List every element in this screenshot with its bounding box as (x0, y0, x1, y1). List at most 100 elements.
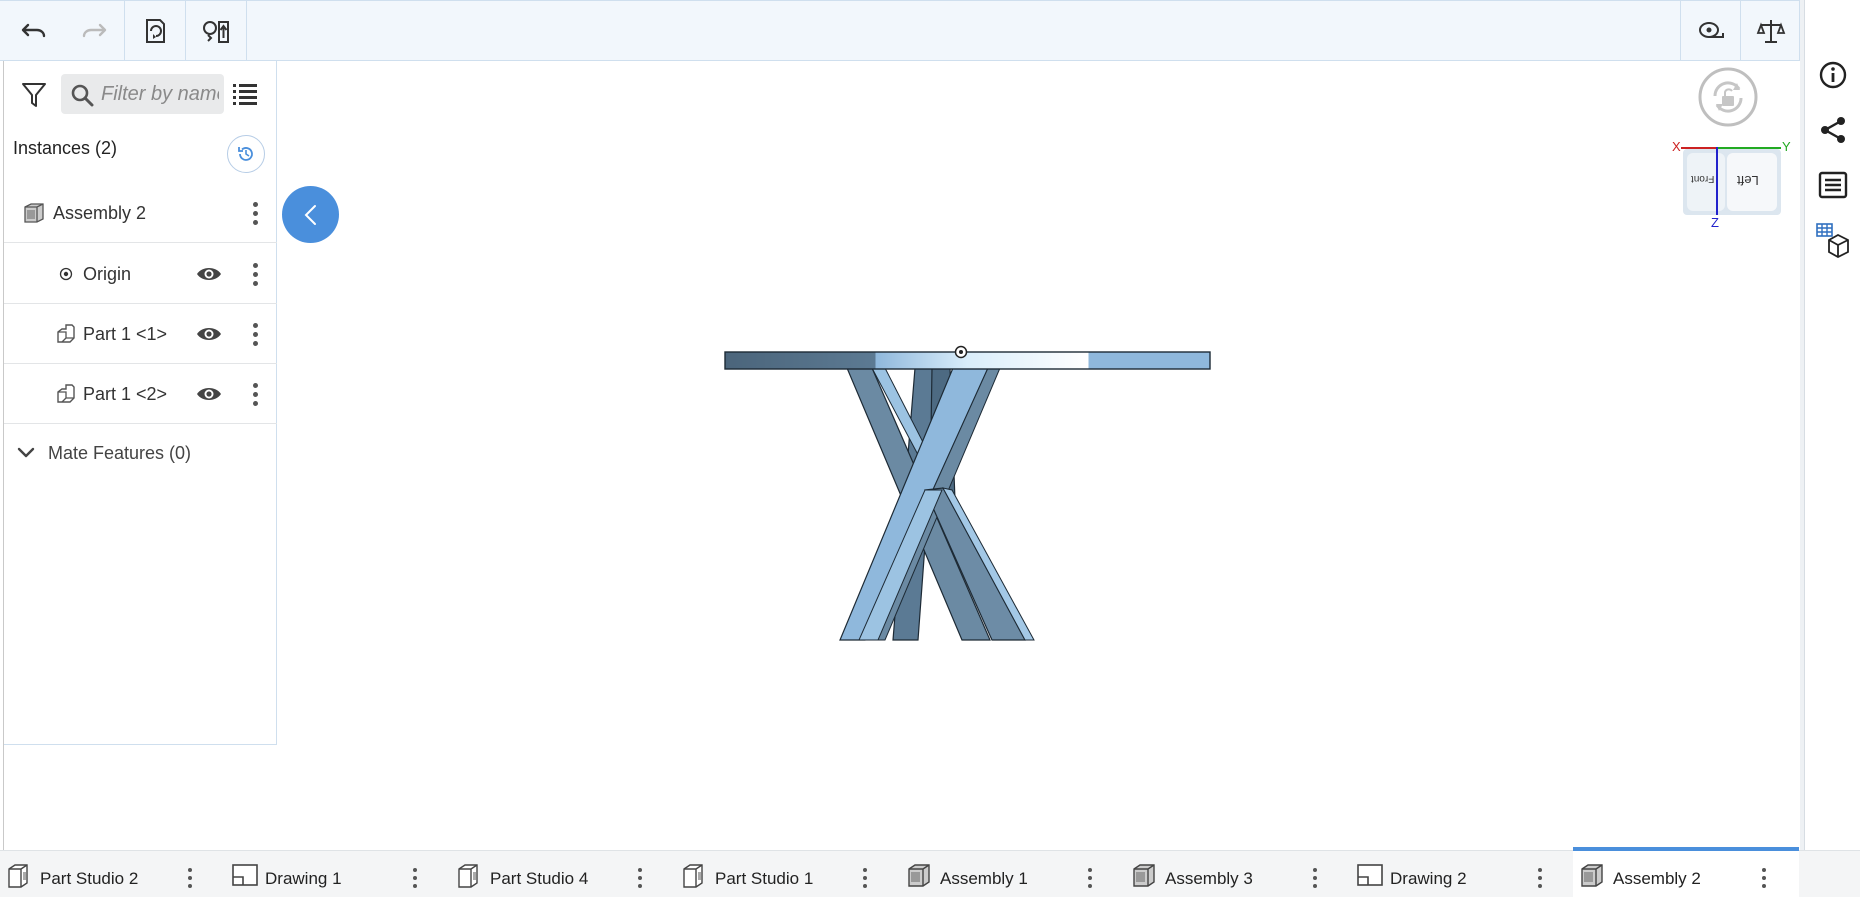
filter-button[interactable] (20, 79, 48, 109)
replace-part-button[interactable] (186, 1, 246, 61)
undo-button[interactable] (4, 1, 64, 61)
list-icon (233, 84, 257, 105)
tab-label: Part Studio 2 (40, 869, 139, 888)
axis-x-label: X (1672, 139, 1681, 154)
tab-menu-button[interactable] (1535, 863, 1545, 893)
assembly-icon (24, 203, 44, 223)
axis-y-label: Y (1782, 139, 1791, 154)
part-studio-icon (683, 864, 703, 888)
tab-menu-button[interactable] (860, 863, 870, 893)
visibility-eye-icon[interactable] (196, 262, 222, 286)
right-rail (1804, 0, 1860, 897)
tab-menu-button[interactable] (1759, 863, 1769, 893)
share-icon (1821, 117, 1845, 143)
tab-menu-button[interactable] (1085, 863, 1095, 893)
model-viewport-table[interactable] (700, 330, 1220, 660)
undo-icon (21, 23, 46, 38)
info-icon (1819, 61, 1847, 89)
tab-label: Assembly 1 (940, 869, 1028, 888)
replace-part-icon (203, 21, 229, 43)
feature-list-panel: Instances (2) Assembly 2 Origin Part 1 <… (4, 61, 277, 745)
list-item-part-1-2[interactable]: Part 1 <2> (4, 364, 277, 424)
visibility-eye-icon[interactable] (196, 322, 222, 346)
list-item-part-1-1[interactable]: Part 1 <1> (4, 304, 277, 364)
tab-assembly-2[interactable]: Assembly 2 (1573, 847, 1799, 898)
insert-part-button[interactable] (125, 1, 185, 61)
y-axis-line (1716, 147, 1781, 149)
redo-icon (82, 23, 107, 38)
filter-input[interactable] (101, 74, 219, 114)
filter-icon (22, 83, 46, 107)
tab-part-studio-2[interactable]: Part Studio 2 (0, 851, 225, 898)
insert-part-icon (146, 19, 165, 43)
drawing-icon (1357, 864, 1383, 886)
tab-drawing-1[interactable]: Drawing 1 (225, 851, 450, 898)
chevron-down-icon (17, 447, 35, 458)
rotate-lock-icon[interactable] (1697, 66, 1759, 128)
mass-properties-button[interactable] (1741, 1, 1801, 61)
tab-label: Drawing 2 (1390, 869, 1467, 888)
search-icon (71, 84, 94, 107)
part-icon (57, 384, 75, 403)
view-cube[interactable]: Front Left X Y Z (1665, 135, 1791, 235)
more-options-button[interactable] (243, 254, 267, 294)
tab-menu-button[interactable] (635, 863, 645, 893)
list-item-label: Part 1 <2> (83, 384, 168, 404)
chevron-left-icon (304, 204, 316, 225)
view-cube-face-front[interactable]: Front (1687, 153, 1725, 211)
assembly-icon (908, 864, 930, 887)
bill-of-materials-icon (1816, 223, 1849, 258)
list-view-button[interactable] (232, 81, 260, 109)
tab-menu-button[interactable] (410, 863, 420, 893)
more-options-button[interactable] (243, 193, 267, 233)
axis-z-label: Z (1711, 215, 1719, 230)
measure-tape-icon (1699, 22, 1724, 38)
list-item-label: Assembly 2 (53, 203, 147, 223)
bom-button[interactable] (1813, 220, 1853, 260)
list-item-label: Part 1 <1> (83, 324, 168, 344)
share-button[interactable] (1813, 110, 1853, 150)
document-tabs-bar: Part Studio 2 Drawing 1 Part Studio 4 Pa… (0, 847, 1860, 898)
tab-menu-button[interactable] (1310, 863, 1320, 893)
tab-label: Drawing 1 (265, 869, 342, 888)
visibility-eye-icon[interactable] (196, 382, 222, 406)
mate-features-section[interactable]: Mate Features (0) (4, 425, 277, 483)
x-axis-line (1681, 147, 1716, 149)
filter-input-box (61, 74, 224, 114)
list-item-assembly[interactable]: Assembly 2 (4, 183, 277, 243)
origin-icon (59, 267, 73, 281)
top-toolbar (0, 0, 1800, 61)
tab-part-studio-4[interactable]: Part Studio 4 (450, 851, 675, 898)
part-icon (57, 324, 75, 343)
properties-button[interactable] (1813, 165, 1853, 205)
more-options-button[interactable] (243, 314, 267, 354)
tab-label: Part Studio 1 (715, 869, 814, 888)
tab-label: Part Studio 4 (490, 869, 589, 888)
measure-button[interactable] (1681, 1, 1741, 61)
list-item-origin[interactable]: Origin (4, 244, 277, 304)
drawing-icon (232, 864, 258, 886)
tab-label: Assembly 2 (1613, 869, 1701, 888)
tab-assembly-3[interactable]: Assembly 3 (1125, 851, 1350, 898)
redo-button[interactable] (64, 1, 124, 61)
mate-features-label: Mate Features (0) (48, 443, 192, 463)
view-cube-face-left[interactable]: Left (1727, 153, 1777, 211)
tab-menu-button[interactable] (185, 863, 195, 893)
history-button[interactable] (227, 135, 265, 173)
info-button[interactable] (1813, 55, 1853, 95)
part-studio-icon (8, 864, 28, 888)
tab-part-studio-1[interactable]: Part Studio 1 (675, 851, 900, 898)
properties-list-icon (1818, 171, 1848, 199)
collapse-panel-button[interactable] (282, 186, 339, 243)
list-item-label: Origin (83, 264, 132, 284)
tab-drawing-2[interactable]: Drawing 2 (1350, 851, 1575, 898)
z-axis-line (1716, 147, 1718, 215)
tab-label: Assembly 3 (1165, 869, 1253, 888)
mass-properties-icon (1756, 20, 1786, 43)
instances-heading: Instances (2) (13, 138, 118, 158)
tab-assembly-1[interactable]: Assembly 1 (900, 851, 1125, 898)
part-studio-icon (458, 864, 478, 888)
assembly-icon (1133, 864, 1155, 887)
more-options-button[interactable] (243, 374, 267, 414)
assembly-icon (1581, 864, 1603, 887)
